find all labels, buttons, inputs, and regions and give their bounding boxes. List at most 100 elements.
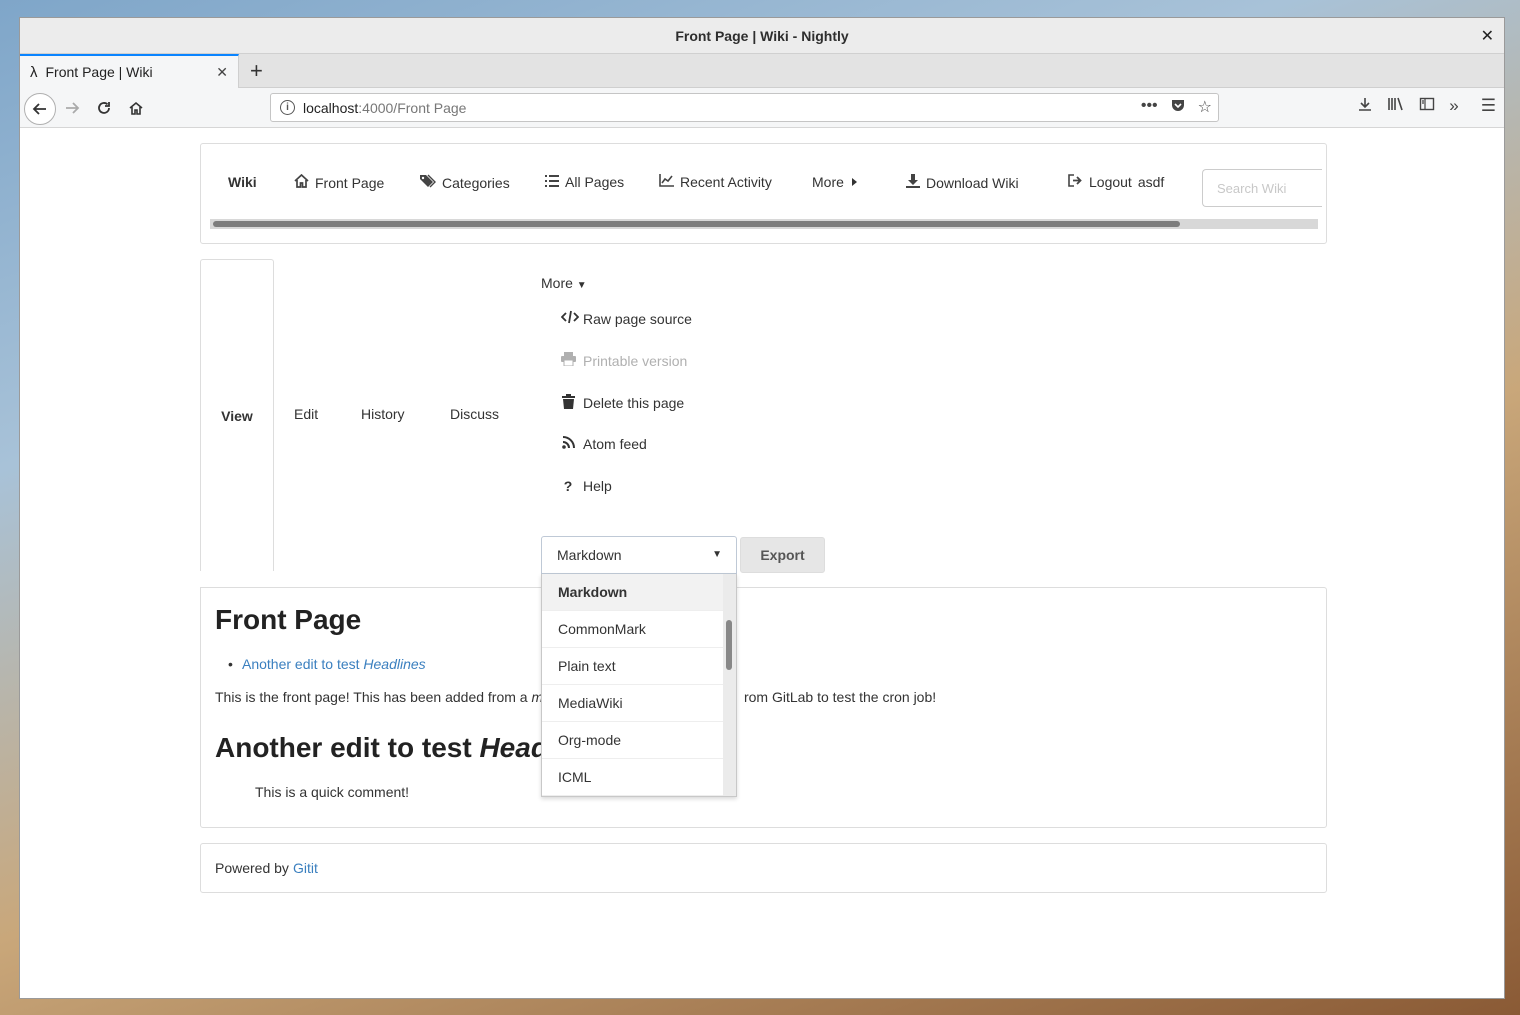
url-path: :4000/Front Page	[358, 99, 467, 116]
search-input[interactable]: Search Wiki	[1202, 169, 1322, 207]
format-option-plain-text[interactable]: Plain text	[542, 648, 724, 685]
menu-printable-version-label: Printable version	[583, 352, 688, 369]
nav-logout[interactable]: Logout asdf	[1068, 174, 1164, 190]
title-bar: Front Page | Wiki - Nightly ✕	[20, 18, 1504, 54]
new-tab-button[interactable]: +	[250, 58, 263, 84]
caret-right-icon	[850, 174, 858, 190]
nav-front-page-label: Front Page	[315, 174, 385, 191]
more-menu-label: More	[541, 275, 573, 291]
export-button[interactable]: Export	[740, 537, 825, 573]
url-host: localhost	[303, 99, 359, 116]
favicon-icon: λ	[30, 63, 38, 81]
nav-recent-activity-label: Recent Activity	[680, 174, 772, 190]
section-heading: Another edit to test Headli	[215, 732, 563, 764]
download-icon[interactable]	[1357, 96, 1373, 117]
toc-link[interactable]: Another edit to test Headlines	[242, 656, 426, 672]
back-button[interactable]	[24, 93, 56, 125]
section-heading-text: Another edit to test	[215, 732, 480, 763]
menu-delete-page[interactable]: Delete this page	[561, 394, 684, 412]
close-tab-icon[interactable]: ✕	[216, 64, 228, 81]
arrow-right-icon	[66, 102, 80, 114]
download-icon	[906, 174, 920, 191]
info-icon[interactable]: i	[280, 100, 295, 115]
library-icon[interactable]	[1387, 96, 1405, 117]
article-body: Front Page Another edit to test Headline…	[200, 587, 1327, 828]
nav-username: asdf	[1137, 174, 1165, 190]
window-title: Front Page | Wiki - Nightly	[675, 27, 849, 44]
tags-icon	[419, 174, 436, 191]
dropdown-scrollbar[interactable]	[723, 574, 736, 796]
nav-front-page[interactable]: Front Page	[294, 173, 385, 191]
page-title: Front Page	[215, 604, 362, 635]
nav-all-pages-label: All Pages	[565, 174, 625, 190]
line-chart-icon	[659, 174, 674, 190]
menu-printable-version: Printable version	[561, 352, 687, 369]
toc-link-text: Another edit to test	[242, 656, 364, 672]
export-format-value: Markdown	[557, 547, 622, 563]
code-icon	[560, 310, 580, 327]
more-menu-toggle[interactable]: More ▼	[541, 275, 587, 291]
close-window-icon[interactable]: ✕	[1481, 26, 1494, 46]
reload-button[interactable]	[90, 94, 118, 122]
export-format-dropdown: Markdown CommonMark Plain text MediaWiki…	[541, 574, 737, 797]
format-option-org-mode[interactable]: Org-mode	[542, 722, 724, 759]
nav-more-label: More	[812, 174, 844, 190]
scrollbar-thumb[interactable]	[213, 221, 1180, 227]
toc-link-em: Headlines	[363, 656, 426, 672]
menu-delete-page-label: Delete this page	[583, 395, 685, 411]
bookmark-star-icon[interactable]: ☆	[1198, 97, 1212, 118]
page-content: Wiki Front Page Categories All Pages Rec…	[20, 128, 1504, 998]
menu-atom-feed[interactable]: Atom feed	[561, 436, 647, 452]
toc-item: Another edit to test Headlines	[228, 656, 426, 672]
question-icon: ?	[563, 478, 573, 494]
nav-all-pages[interactable]: All Pages	[545, 174, 624, 190]
quote-text: This is a quick comment!	[255, 784, 410, 800]
overflow-icon[interactable]: »	[1449, 96, 1458, 117]
footer-text: Powered by	[215, 860, 289, 876]
trash-icon	[561, 394, 575, 412]
para-end: rom GitLab to test the cron job!	[743, 689, 937, 705]
print-icon	[561, 352, 576, 369]
tab-label: Front Page | Wiki	[45, 64, 153, 80]
nav-download-wiki[interactable]: Download Wiki	[906, 174, 1019, 191]
gitit-link[interactable]: Gitit	[293, 860, 318, 876]
nav-download-label: Download Wiki	[926, 174, 1019, 191]
menu-help-label: Help	[583, 478, 612, 494]
tab-view[interactable]: View	[200, 259, 274, 571]
menu-help[interactable]: ? Help	[561, 478, 612, 494]
footer: Powered by Gitit	[200, 843, 1327, 893]
wiki-navbar: Wiki Front Page Categories All Pages Rec…	[200, 143, 1327, 244]
horizontal-scrollbar[interactable]	[210, 219, 1318, 229]
brand-link[interactable]: Wiki	[228, 174, 257, 190]
url-bar[interactable]: i localhost:4000/Front Page ••• ☆	[270, 93, 1219, 122]
home-icon	[294, 173, 309, 191]
export-format-select[interactable]: Markdown ▼	[541, 536, 737, 574]
menu-atom-feed-label: Atom feed	[583, 436, 647, 452]
tab-edit[interactable]: Edit	[294, 406, 318, 422]
format-option-markdown[interactable]: Markdown	[542, 574, 724, 611]
sidebar-icon[interactable]	[1419, 96, 1435, 117]
nav-more[interactable]: More	[812, 174, 858, 190]
format-option-commonmark[interactable]: CommonMark	[542, 611, 724, 648]
format-option-mediawiki[interactable]: MediaWiki	[542, 685, 724, 722]
para-start: This is the front page! This has been ad…	[215, 689, 532, 705]
sign-out-icon	[1068, 174, 1083, 190]
menu-icon[interactable]: ☰	[1481, 96, 1496, 117]
dropdown-scrollbar-thumb[interactable]	[726, 620, 732, 670]
caret-down-icon: ▼	[712, 549, 722, 560]
tab-discuss[interactable]: Discuss	[450, 406, 499, 422]
menu-raw-page-source-label: Raw page source	[583, 310, 692, 327]
navigation-toolbar: i localhost:4000/Front Page ••• ☆ » ☰	[20, 88, 1504, 128]
page-actions-icon[interactable]: •••	[1141, 97, 1158, 118]
forward-button[interactable]	[58, 94, 86, 122]
tab-history[interactable]: History	[361, 406, 405, 422]
tab-front-page[interactable]: λ Front Page | Wiki ✕	[20, 54, 239, 88]
home-button[interactable]	[122, 94, 150, 122]
nav-recent-activity[interactable]: Recent Activity	[659, 174, 772, 190]
format-option-icml[interactable]: ICML	[542, 759, 724, 796]
nav-categories-label: Categories	[442, 174, 510, 191]
browser-window: Front Page | Wiki - Nightly ✕ λ Front Pa…	[19, 17, 1505, 999]
menu-raw-page-source[interactable]: Raw page source	[560, 310, 692, 327]
pocket-icon[interactable]	[1170, 97, 1186, 118]
nav-categories[interactable]: Categories	[419, 174, 510, 191]
